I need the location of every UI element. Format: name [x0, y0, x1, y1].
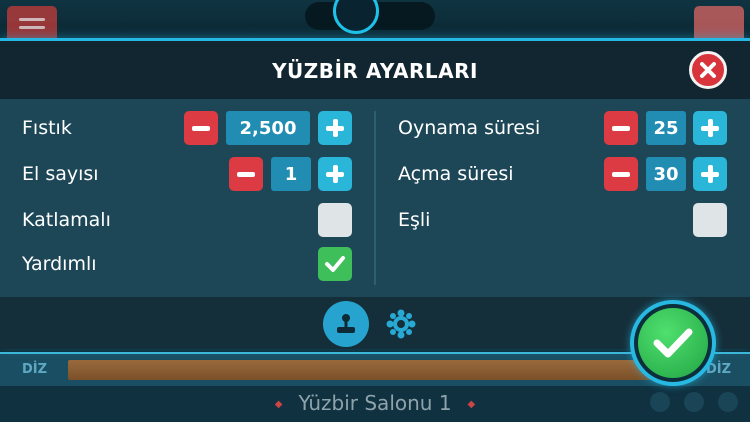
acma-suresi-increase-button[interactable]	[693, 157, 727, 191]
plus-icon-bar	[332, 165, 338, 183]
bottom-icons	[650, 392, 738, 412]
dialog-header: YÜZBİR AYARLARI	[0, 41, 750, 99]
katlamali-label: Katlamalı	[22, 209, 111, 231]
oynama-suresi-increase-button[interactable]	[693, 111, 727, 145]
sort-button-left[interactable]: DİZ	[22, 362, 47, 377]
fistik-increase-button[interactable]	[318, 111, 352, 145]
oynama-suresi-decrease-button[interactable]	[604, 111, 638, 145]
yardimli-label: Yardımlı	[22, 253, 97, 275]
esli-checkbox[interactable]	[693, 203, 727, 237]
el-sayisi-label: El sayısı	[22, 163, 99, 185]
yardimli-checkbox[interactable]	[318, 247, 352, 281]
check-icon	[325, 256, 345, 272]
acma-suresi-decrease-button[interactable]	[604, 157, 638, 191]
el-sayisi-value: 1	[271, 157, 311, 191]
minus-icon	[612, 125, 630, 131]
salon-name: Yüzbir Salonu 1	[298, 391, 452, 415]
tile-rack	[68, 360, 668, 380]
plus-icon-bar	[332, 119, 338, 137]
minus-icon	[237, 171, 255, 177]
joystick-icon	[337, 314, 355, 333]
settings-dialog: YÜZBİR AYARLARI Fıstık 2,500 El sayısı 1…	[0, 38, 750, 349]
fistik-label: Fıstık	[22, 117, 72, 139]
diamond-icon: ◆	[274, 399, 283, 410]
el-sayisi-decrease-button[interactable]	[229, 157, 263, 191]
tab-game-settings[interactable]	[323, 301, 369, 347]
minus-icon	[612, 171, 630, 177]
esli-label: Eşli	[398, 209, 431, 231]
el-sayisi-increase-button[interactable]	[318, 157, 352, 191]
close-button[interactable]	[689, 51, 727, 89]
fistik-decrease-button[interactable]	[184, 111, 218, 145]
oynama-suresi-label: Oynama süresi	[398, 117, 541, 139]
close-icon	[700, 62, 716, 78]
salon-title: ◆ Yüzbir Salonu 1 ◆	[0, 391, 750, 415]
column-divider	[374, 111, 376, 285]
katlamali-checkbox[interactable]	[318, 203, 352, 237]
check-icon	[653, 328, 693, 358]
settings-panel: Fıstık 2,500 El sayısı 1 Katlamalı Yardı…	[0, 99, 750, 297]
plus-icon-bar	[707, 119, 713, 137]
confirm-button[interactable]	[630, 300, 716, 386]
menu-icon-bar	[19, 26, 45, 29]
heart-icon[interactable]	[684, 392, 704, 412]
filter-icon[interactable]	[718, 392, 738, 412]
dialog-title: YÜZBİR AYARLARI	[272, 59, 478, 83]
gear-icon[interactable]	[650, 392, 670, 412]
acma-suresi-label: Açma süresi	[398, 163, 514, 185]
fistik-value: 2,500	[226, 111, 310, 145]
acma-suresi-value: 30	[646, 157, 686, 191]
minus-icon	[192, 125, 210, 131]
players-icon	[386, 309, 416, 339]
tab-players-settings[interactable]	[385, 308, 417, 340]
diamond-icon: ◆	[467, 399, 476, 410]
plus-icon-bar	[707, 165, 713, 183]
menu-icon	[19, 18, 45, 21]
confirm-button-face	[638, 308, 708, 378]
oynama-suresi-value: 25	[646, 111, 686, 145]
